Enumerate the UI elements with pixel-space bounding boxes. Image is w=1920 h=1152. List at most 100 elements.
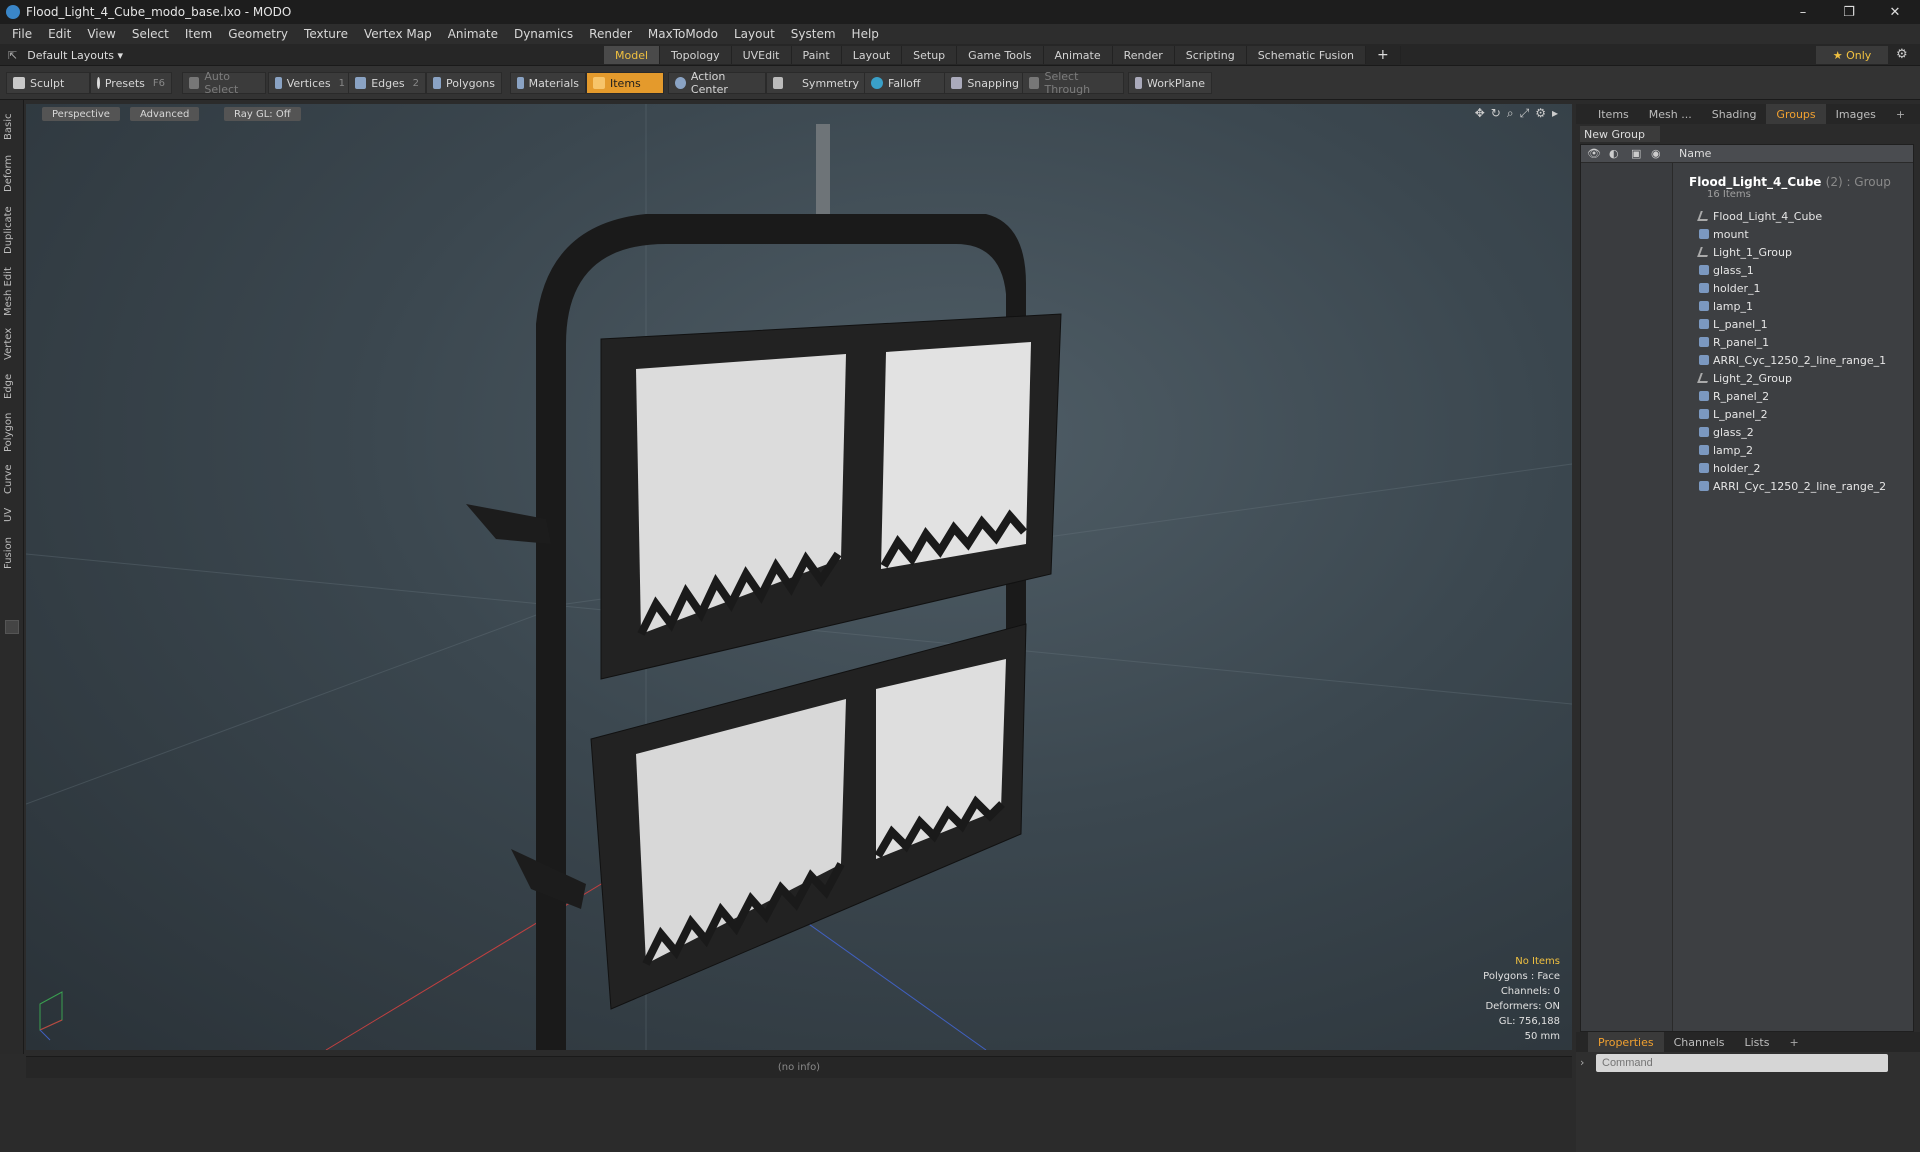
add-tab-button[interactable]: + (1366, 46, 1401, 64)
tree-item[interactable]: holder_2 (1699, 459, 1913, 477)
settings-gear-icon[interactable]: ⚙ (1896, 47, 1908, 62)
tab-animate[interactable]: Animate (1043, 46, 1113, 64)
lock-toggle-icon[interactable]: ▣ (1631, 147, 1641, 160)
visibility-columns[interactable] (1581, 163, 1673, 1031)
edges-button[interactable]: Edges 2 (348, 72, 426, 94)
vtab-deform[interactable]: Deform (3, 150, 21, 196)
menu-maxtomodo[interactable]: MaxToModo (640, 27, 726, 41)
menu-edit[interactable]: Edit (40, 27, 79, 41)
tree-item[interactable]: glass_2 (1699, 423, 1913, 441)
close-button[interactable]: ✕ (1872, 0, 1918, 24)
tab-setup[interactable]: Setup (902, 46, 958, 64)
tab-schematic-fusion[interactable]: Schematic Fusion (1246, 46, 1367, 64)
command-input[interactable] (1596, 1054, 1888, 1072)
groups-tree[interactable]: 👁 ◐ ▣ ◉ Name Flood_Light_4_Cube (2) : Gr… (1580, 144, 1914, 1032)
vtab-uv[interactable]: UV (3, 502, 21, 528)
only-button[interactable]: ★ Only (1816, 46, 1888, 64)
polygons-button[interactable]: Polygons (426, 72, 502, 94)
group-row[interactable]: Flood_Light_4_Cube (2) : Group (1689, 175, 1891, 189)
auto-select-button[interactable]: Auto Select (182, 70, 266, 96)
tree-item[interactable]: Light_1_Group (1697, 243, 1913, 261)
menu-texture[interactable]: Texture (296, 27, 356, 41)
snapping-button[interactable]: Snapping (944, 72, 1026, 94)
add-panel-tab-button[interactable]: + (1886, 104, 1915, 124)
viewport-menu-icon[interactable]: ▸ (1552, 106, 1558, 121)
falloff-button[interactable]: Falloff (864, 72, 950, 94)
minimize-button[interactable]: – (1780, 0, 1826, 24)
pan-icon[interactable]: ✥ (1475, 106, 1485, 121)
tree-item[interactable]: Light_2_Group (1697, 369, 1913, 387)
tab-layout[interactable]: Layout (841, 46, 903, 64)
materials-button[interactable]: Materials (510, 72, 586, 94)
new-group-button[interactable]: New Group (1580, 126, 1660, 142)
vtab-fusion[interactable]: Fusion (3, 532, 21, 574)
menu-vertex-map[interactable]: Vertex Map (356, 27, 440, 41)
tab-shading[interactable]: Shading (1702, 104, 1767, 124)
menu-geometry[interactable]: Geometry (220, 27, 296, 41)
vtab-vertex[interactable]: Vertex (3, 324, 21, 364)
tab-topology[interactable]: Topology (660, 46, 732, 64)
tab-channels[interactable]: Channels (1664, 1032, 1735, 1052)
workplane-button[interactable]: WorkPlane (1128, 72, 1212, 94)
tab-images[interactable]: Images (1826, 104, 1886, 124)
menu-help[interactable]: Help (844, 27, 887, 41)
menu-dynamics[interactable]: Dynamics (506, 27, 581, 41)
visibility-eye-icon[interactable]: 👁 (1587, 147, 1601, 160)
tab-items[interactable]: Items (1588, 104, 1639, 124)
vtab-curve[interactable]: Curve (3, 460, 21, 498)
menu-item[interactable]: Item (177, 27, 220, 41)
tab-properties[interactable]: Properties (1588, 1032, 1664, 1052)
menu-animate[interactable]: Animate (440, 27, 506, 41)
3d-viewport[interactable]: Perspective Advanced Ray GL: Off ✥ ↻ ⌕ ⤢… (26, 104, 1572, 1050)
presets-button[interactable]: Presets F6 (90, 72, 172, 94)
menu-render[interactable]: Render (581, 27, 640, 41)
tree-item[interactable]: mount (1699, 225, 1913, 243)
tree-item[interactable]: lamp_2 (1699, 441, 1913, 459)
tree-item[interactable]: L_panel_1 (1699, 315, 1913, 333)
restore-button[interactable]: ❐ (1826, 0, 1872, 24)
vtab-edge[interactable]: Edge (3, 368, 21, 404)
layout-selector[interactable]: ⇱ Default Layouts ▾ (8, 47, 123, 63)
tree-item[interactable]: holder_1 (1699, 279, 1913, 297)
menu-select[interactable]: Select (124, 27, 177, 41)
tab-uvedit[interactable]: UVEdit (731, 46, 792, 64)
tab-render[interactable]: Render (1112, 46, 1175, 64)
tab-groups[interactable]: Groups (1766, 104, 1826, 124)
menu-view[interactable]: View (79, 27, 123, 41)
viewport-settings-icon[interactable]: ⚙ (1535, 106, 1546, 121)
items-button[interactable]: Items (586, 72, 664, 94)
menu-system[interactable]: System (783, 27, 844, 41)
add-properties-tab-button[interactable]: + (1779, 1032, 1808, 1052)
vtab-polygon[interactable]: Polygon (3, 408, 21, 456)
tree-item[interactable]: ARRI_Cyc_1250_2_line_range_1 (1699, 351, 1913, 369)
rotate-icon[interactable]: ↻ (1491, 106, 1501, 121)
menu-layout[interactable]: Layout (726, 27, 783, 41)
select-through-button[interactable]: Select Through (1022, 70, 1124, 96)
tree-item[interactable]: Flood_Light_4_Cube (1697, 207, 1913, 225)
symmetry-button[interactable]: Symmetry (766, 72, 866, 94)
tab-mesh[interactable]: Mesh ... (1639, 104, 1702, 124)
tree-item[interactable]: glass_1 (1699, 261, 1913, 279)
vtab-mesh-edit[interactable]: Mesh Edit (3, 264, 21, 320)
tree-item[interactable]: R_panel_2 (1699, 387, 1913, 405)
zoom-icon[interactable]: ⌕ (1507, 106, 1514, 121)
vertices-button[interactable]: Vertices 1 (268, 72, 352, 94)
sculpt-button[interactable]: Sculpt (6, 72, 90, 94)
tab-paint[interactable]: Paint (791, 46, 842, 64)
tree-item[interactable]: lamp_1 (1699, 297, 1913, 315)
vtab-duplicate[interactable]: Duplicate (3, 200, 21, 260)
action-center-button[interactable]: Action Center (668, 70, 766, 96)
shading-mode-button[interactable]: Advanced (130, 107, 200, 121)
vtab-basic[interactable]: Basic (3, 108, 21, 146)
tab-game-tools[interactable]: Game Tools (957, 46, 1044, 64)
fit-view-icon[interactable]: ⤢ (1520, 106, 1530, 121)
tree-item[interactable]: R_panel_1 (1699, 333, 1913, 351)
render-toggle-icon[interactable]: ◐ (1609, 147, 1619, 160)
tab-lists[interactable]: Lists (1735, 1032, 1780, 1052)
tree-item[interactable]: ARRI_Cyc_1250_2_line_range_2 (1699, 477, 1913, 495)
view-mode-button[interactable]: Perspective (42, 107, 120, 121)
tree-item[interactable]: L_panel_2 (1699, 405, 1913, 423)
tab-scripting[interactable]: Scripting (1174, 46, 1247, 64)
panel-toggle-icon[interactable] (5, 620, 19, 634)
menu-file[interactable]: File (4, 27, 40, 41)
